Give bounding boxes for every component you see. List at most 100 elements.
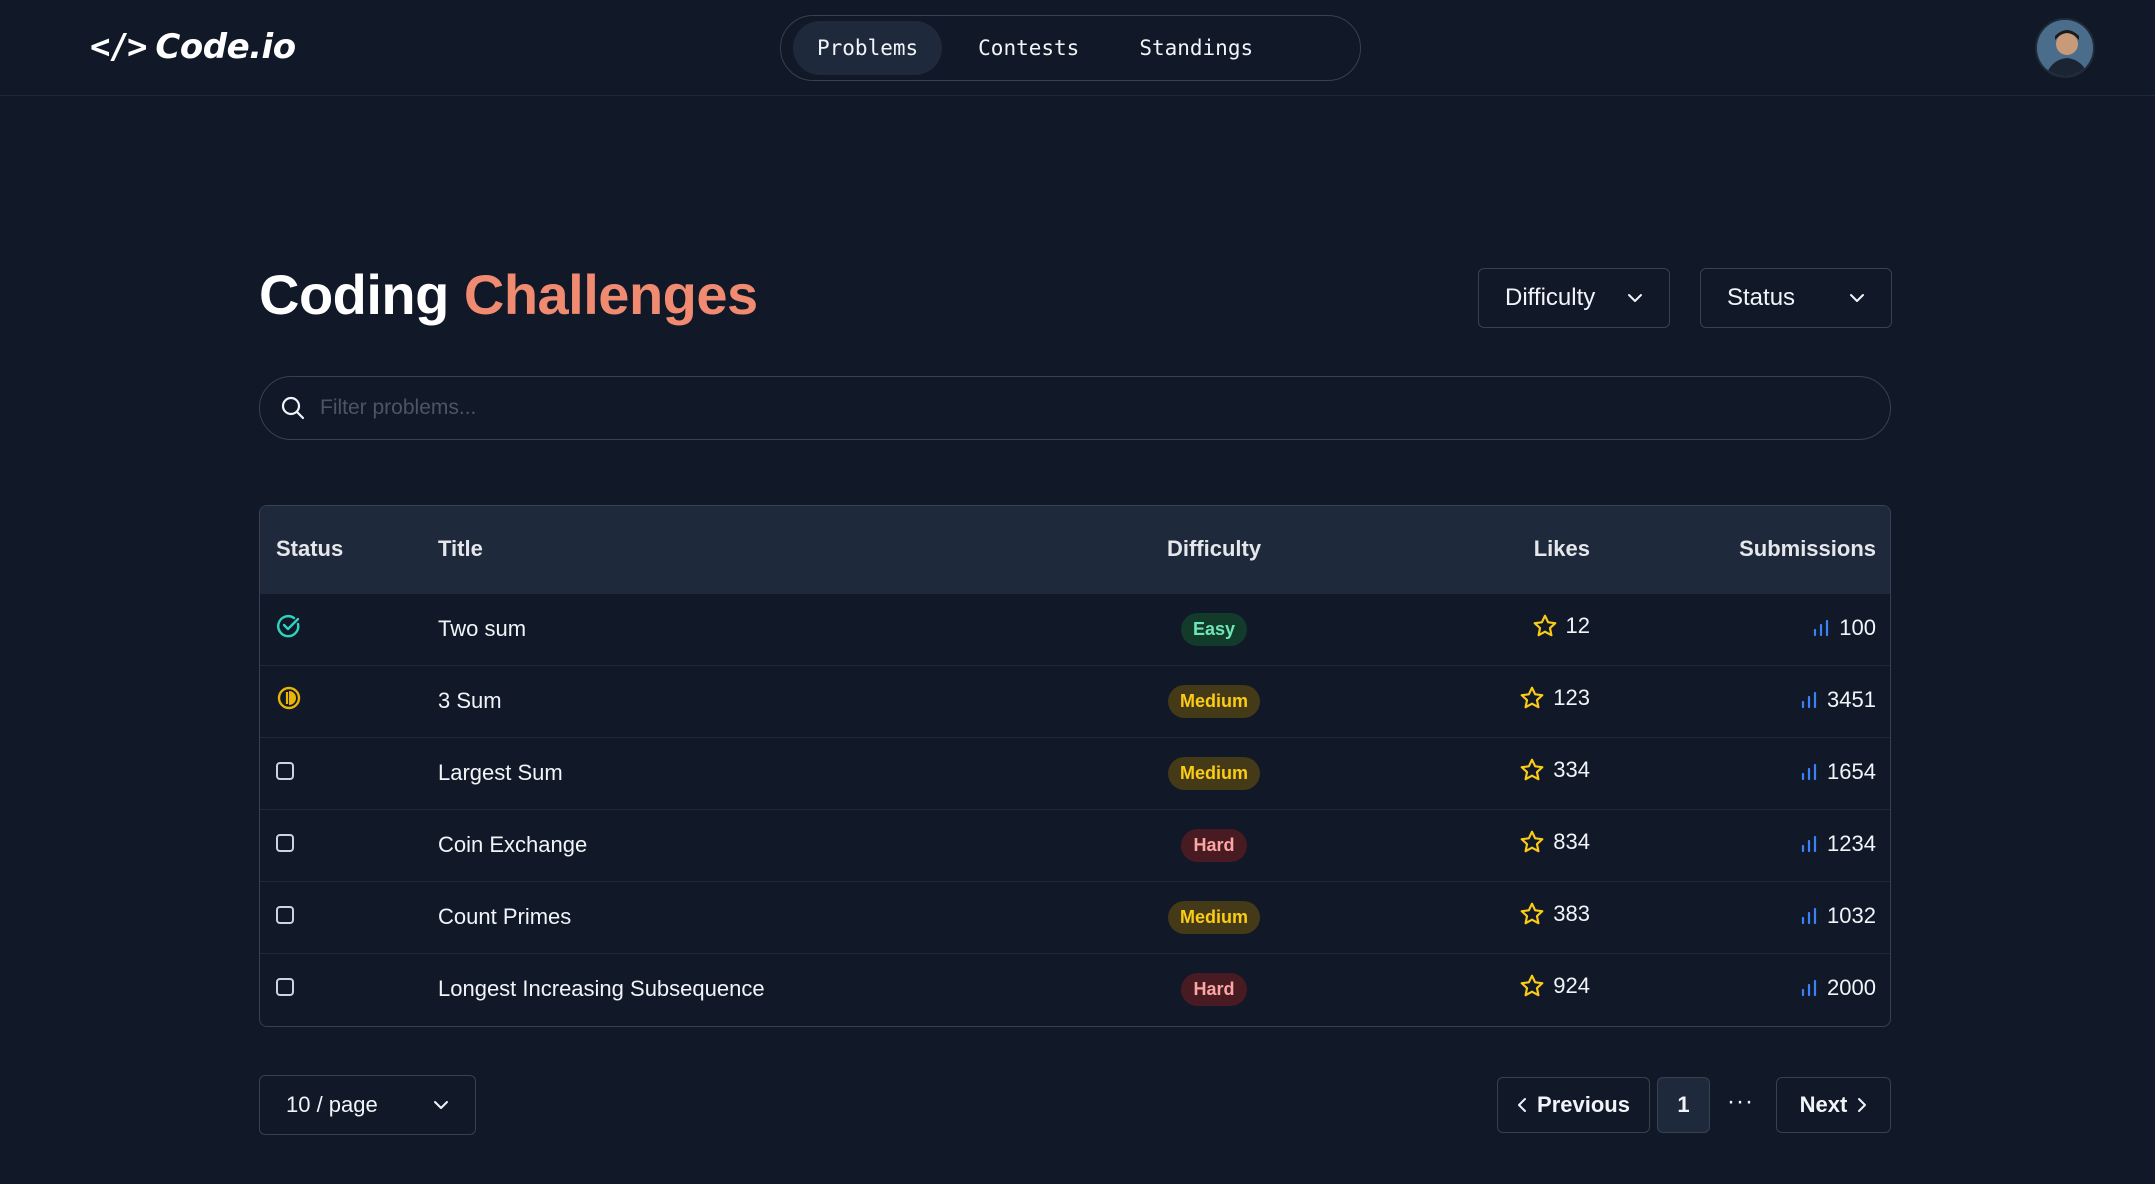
- top-header: </> Code.io Problems Contests Standings: [0, 0, 2155, 96]
- page-title-accent: Challenges: [463, 263, 758, 326]
- user-avatar[interactable]: [2035, 18, 2095, 78]
- solved-check-icon: [277, 615, 300, 638]
- likes-count: 12: [1565, 613, 1590, 638]
- status-cell: [260, 953, 438, 1025]
- submissions-count: 3451: [1827, 686, 1876, 712]
- code-brackets-icon: </>: [90, 27, 147, 67]
- difficulty-badge: Medium: [1167, 684, 1260, 718]
- column-header-likes[interactable]: Likes: [1294, 506, 1590, 593]
- submissions-cell: 3451: [1590, 665, 1890, 737]
- search-icon: [281, 396, 305, 420]
- nav-contests[interactable]: Contests: [954, 21, 1103, 75]
- todo-checkbox-icon: [276, 906, 294, 924]
- table-header-row: Status Title Difficulty Likes Submission…: [260, 506, 1890, 593]
- table-row[interactable]: Coin Exchange Hard 834 1234: [260, 809, 1890, 881]
- star-icon: [1520, 686, 1544, 709]
- table-row[interactable]: Two sum Easy 12 100: [260, 593, 1890, 665]
- star-icon: [1520, 974, 1544, 997]
- difficulty-filter-label: Difficulty: [1505, 284, 1596, 311]
- bar-chart-icon: [1801, 907, 1817, 924]
- difficulty-cell: Hard: [1134, 809, 1294, 881]
- difficulty-cell: Medium: [1134, 881, 1294, 953]
- current-page-label: 1: [1677, 1092, 1690, 1117]
- submissions-cell: 100: [1590, 593, 1890, 665]
- chevron-down-icon: [434, 1101, 448, 1109]
- difficulty-cell: Hard: [1134, 953, 1294, 1025]
- page-title-main: Coding: [259, 263, 449, 326]
- column-header-submissions[interactable]: Submissions: [1590, 506, 1890, 593]
- submissions-count: 1654: [1827, 758, 1876, 784]
- likes-count: 123: [1553, 685, 1590, 710]
- status-cell: [260, 881, 438, 953]
- todo-checkbox-icon: [276, 978, 294, 997]
- submissions-count: 2000: [1827, 974, 1876, 1000]
- submissions-cell: 1234: [1590, 809, 1890, 881]
- star-icon: [1533, 614, 1556, 637]
- difficulty-badge: Hard: [1181, 972, 1247, 1006]
- likes-cell: 123: [1294, 665, 1590, 737]
- attempted-icon: [277, 686, 301, 710]
- page-size-select[interactable]: 10 / page: [259, 1075, 476, 1135]
- chevron-down-icon: [1628, 294, 1642, 302]
- difficulty-cell: Medium: [1134, 665, 1294, 737]
- chevron-left-icon: [1518, 1098, 1527, 1112]
- nav-problems[interactable]: Problems: [793, 21, 943, 75]
- problem-title[interactable]: Coin Exchange: [438, 809, 1134, 881]
- table-row[interactable]: 3 Sum Medium 123 3451: [260, 665, 1890, 737]
- status-cell: [260, 737, 438, 809]
- todo-checkbox-icon: [276, 834, 294, 852]
- difficulty-badge: Medium: [1167, 756, 1260, 790]
- page-number-button[interactable]: 1: [1657, 1077, 1710, 1133]
- likes-cell: 834: [1294, 809, 1590, 881]
- table-row[interactable]: Count Primes Medium 383 1032: [260, 881, 1890, 953]
- star-icon: [1520, 830, 1544, 853]
- status-cell: [260, 809, 438, 881]
- bar-chart-icon: [1814, 619, 1829, 636]
- status-cell: [260, 665, 438, 737]
- problems-table: Status Title Difficulty Likes Submission…: [259, 505, 1891, 1027]
- likes-count: 334: [1553, 757, 1590, 782]
- status-filter-button[interactable]: Status: [1700, 268, 1892, 328]
- difficulty-badge: Medium: [1167, 900, 1260, 934]
- previous-label: Previous: [1537, 1092, 1630, 1117]
- chevron-down-icon: [1850, 294, 1864, 302]
- table-row[interactable]: Largest Sum Medium 334 1654: [260, 737, 1890, 809]
- difficulty-cell: Medium: [1134, 737, 1294, 809]
- nav-standings[interactable]: Standings: [1115, 21, 1277, 75]
- likes-cell: 334: [1294, 737, 1590, 809]
- likes-count: 834: [1553, 829, 1590, 854]
- main-nav: Problems Contests Standings: [780, 15, 1361, 81]
- problem-title[interactable]: Longest Increasing Subsequence: [438, 953, 1134, 1025]
- table-row[interactable]: Longest Increasing Subsequence Hard 924 …: [260, 953, 1890, 1025]
- avatar-image: [2037, 20, 2093, 76]
- problem-title[interactable]: 3 Sum: [438, 665, 1134, 737]
- next-page-button[interactable]: Next: [1776, 1077, 1891, 1133]
- page-size-label: 10 / page: [286, 1092, 378, 1117]
- column-header-difficulty[interactable]: Difficulty: [1134, 506, 1294, 593]
- search-bar: [259, 376, 1891, 440]
- problem-title[interactable]: Count Primes: [438, 881, 1134, 953]
- difficulty-cell: Easy: [1134, 593, 1294, 665]
- bar-chart-icon: [1801, 691, 1817, 708]
- submissions-cell: 2000: [1590, 953, 1890, 1025]
- submissions-count: 1234: [1827, 830, 1876, 856]
- problem-title[interactable]: Largest Sum: [438, 737, 1134, 809]
- likes-count: 383: [1553, 901, 1590, 926]
- likes-cell: 383: [1294, 881, 1590, 953]
- logo[interactable]: </> Code.io: [90, 24, 296, 70]
- difficulty-filter-button[interactable]: Difficulty: [1478, 268, 1670, 328]
- bar-chart-icon: [1801, 835, 1817, 852]
- difficulty-badge: Hard: [1181, 828, 1247, 862]
- bar-chart-icon: [1801, 763, 1817, 780]
- likes-cell: 924: [1294, 953, 1590, 1025]
- status-filter-label: Status: [1727, 284, 1796, 311]
- likes-cell: 12: [1294, 593, 1590, 665]
- problem-title[interactable]: Two sum: [438, 593, 1134, 665]
- column-header-status[interactable]: Status: [260, 506, 438, 593]
- todo-checkbox-icon: [276, 762, 294, 780]
- column-header-title[interactable]: Title: [438, 506, 1134, 593]
- previous-page-button[interactable]: Previous: [1497, 1077, 1650, 1133]
- submissions-count: 100: [1839, 614, 1876, 640]
- likes-count: 924: [1553, 973, 1590, 999]
- search-input[interactable]: [320, 396, 1820, 420]
